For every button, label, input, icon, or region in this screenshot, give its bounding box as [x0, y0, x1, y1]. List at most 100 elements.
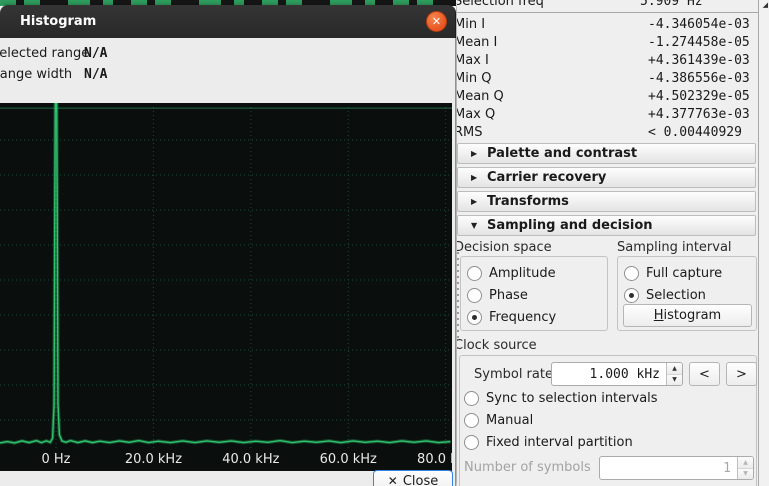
splitter-handle[interactable] — [457, 252, 459, 342]
range-width-value: N/A — [84, 67, 107, 82]
close-x-icon: ✕ — [388, 474, 398, 486]
histogram-window-titlebar[interactable]: Histogram ✕ — [0, 5, 456, 38]
axis-tick-label: 80.0 kHz — [417, 452, 452, 467]
section-transforms[interactable]: ▶ Transforms — [457, 191, 756, 212]
selected-range-row: Selected range N/A — [0, 46, 89, 62]
radio-amplitude[interactable]: Amplitude — [467, 263, 556, 283]
stat-value: < 0.00440929 — [648, 125, 742, 140]
symbol-rate-prev-button[interactable]: < — [689, 362, 720, 386]
table-row: RMS< 0.00440929 — [457, 124, 755, 142]
histogram-curve-svg — [0, 103, 452, 450]
stat-value: -4.386556e-03 — [648, 71, 750, 86]
selected-range-value: N/A — [84, 46, 107, 61]
table-row: Max I +4.361439e-03 — [457, 52, 755, 70]
radio-label: Frequency — [489, 310, 556, 325]
stat-label: Max I — [457, 53, 489, 68]
radio-circle — [467, 310, 482, 325]
sampling-interval-caption: Sampling interval — [617, 240, 732, 255]
stat-label: Mean I — [457, 35, 497, 50]
radio-circle — [464, 413, 479, 428]
section-label: Palette and contrast — [487, 146, 637, 161]
triangle-right-icon: ▶ — [471, 173, 481, 182]
radio-circle — [467, 266, 482, 281]
stat-value: +4.377763e-03 — [648, 107, 750, 122]
close-icon: ✕ — [432, 15, 441, 28]
axis-tick-label: 0 Hz — [41, 452, 70, 467]
axis-tick-label: 20.0 kHz — [125, 452, 182, 467]
section-label: Carrier recovery — [487, 170, 606, 185]
radio-fixed-interval-partition[interactable]: Fixed interval partition — [464, 432, 633, 452]
spin-down-icon[interactable]: ▼ — [667, 374, 682, 386]
section-label: Transforms — [487, 194, 569, 209]
stat-label: Min Q — [457, 71, 491, 86]
radio-phase[interactable]: Phase — [467, 285, 528, 305]
histogram-button-label: Histogram — [654, 308, 721, 323]
histogram-plot[interactable]: 0 Hz 20.0 kHz 40.0 kHz 60.0 kHz 80.0 kHz — [0, 103, 452, 471]
symbol-rate-label: Symbol rate — [474, 367, 553, 382]
stat-label: Min I — [457, 17, 485, 32]
radio-frequency[interactable]: Frequency — [467, 307, 556, 327]
table-row: Max Q +4.377763e-03 — [457, 106, 755, 124]
spin-up-icon[interactable]: ▲ — [667, 363, 682, 374]
range-width-label: Range width — [0, 67, 72, 82]
table-row: Mean I -1.274458e-05 — [457, 34, 755, 52]
axis-tick-label: 60.0 kHz — [320, 452, 377, 467]
stat-label: Mean Q — [457, 89, 504, 104]
window-title: Histogram — [20, 14, 96, 29]
selected-range-label: Selected range — [0, 46, 89, 61]
radio-label: Phase — [489, 288, 528, 303]
number-of-symbols-spinbox[interactable]: 1 ▲ ▼ — [599, 456, 754, 480]
stats-table: Min I -4.346054e-03 Mean I -1.274458e-05 M… — [457, 16, 755, 142]
scrollbar-track[interactable]: ◢ — [758, 0, 769, 486]
symbol-rate-value: 1.000 kHz — [552, 367, 666, 382]
close-button-label: Close — [403, 474, 438, 486]
section-palette-and-contrast[interactable]: ▶ Palette and contrast — [457, 143, 756, 164]
number-of-symbols-label: Number of symbols — [464, 460, 591, 475]
panel-separator — [457, 12, 758, 13]
table-row: Mean Q+4.502329e-05 — [457, 88, 755, 106]
clock-source-caption: Clock source — [457, 338, 537, 353]
decision-space-groupbox: Amplitude Phase Frequency — [460, 256, 608, 331]
radio-label: Fixed interval partition — [486, 435, 633, 450]
radio-label: Manual — [486, 413, 533, 428]
stat-value: +4.361439e-03 — [648, 53, 750, 68]
radio-label: Full capture — [646, 266, 722, 281]
number-of-symbols-spin-arrows: ▲ ▼ — [737, 457, 753, 479]
triangle-right-icon: ▶ — [471, 197, 481, 206]
number-of-symbols-value: 1 — [600, 461, 737, 476]
symbol-rate-next-button[interactable]: > — [726, 362, 757, 386]
triangle-right-icon: ▶ — [471, 149, 481, 158]
stat-value: -1.274458e-05 — [648, 35, 750, 50]
symbol-rate-spin-arrows: ▲ ▼ — [666, 363, 682, 385]
resize-grip-icon: ◢ — [763, 1, 768, 9]
section-sampling-and-decision[interactable]: ▼ Sampling and decision — [457, 215, 756, 236]
histogram-window-body: Selected range N/A Range width N/A 0 Hz 2… — [0, 38, 456, 486]
symbol-rate-spinbox[interactable]: 1.000 kHz ▲ ▼ — [551, 362, 683, 386]
clock-source-groupbox: Symbol rate 1.000 kHz ▲ ▼ < > Sync to se… — [459, 355, 757, 486]
settings-panel: Selection freq 5.909 Hz Min I -4.346054e-… — [457, 0, 758, 486]
radio-manual[interactable]: Manual — [464, 410, 533, 430]
table-row: Min I -4.346054e-03 — [457, 16, 755, 34]
triangle-down-icon: ▼ — [471, 221, 481, 230]
radio-label: Sync to selection intervals — [486, 391, 658, 406]
axis-tick-label: 40.0 kHz — [222, 452, 279, 467]
radio-circle — [624, 288, 639, 303]
radio-circle — [464, 391, 479, 406]
stat-label: Max Q — [457, 107, 495, 122]
sampling-interval-groupbox: Full capture Selection Histogram — [617, 256, 757, 331]
radio-selection[interactable]: Selection — [624, 285, 706, 305]
table-row: Min Q -4.386556e-03 — [457, 70, 755, 88]
radio-sync-to-selection-intervals[interactable]: Sync to selection intervals — [464, 388, 658, 408]
histogram-button[interactable]: Histogram — [623, 304, 752, 327]
section-carrier-recovery[interactable]: ▶ Carrier recovery — [457, 167, 756, 188]
selection-freq-value: 5.909 Hz — [640, 0, 703, 9]
selection-freq-row: Selection freq 5.909 Hz — [457, 0, 758, 11]
spin-up-icon: ▲ — [738, 457, 753, 468]
window-close-button[interactable]: ✕ — [426, 11, 447, 32]
radio-circle — [464, 435, 479, 450]
close-button[interactable]: ✕ Close — [373, 470, 453, 486]
x-axis-labels: 0 Hz 20.0 kHz 40.0 kHz 60.0 kHz 80.0 kHz — [0, 450, 452, 471]
radio-full-capture[interactable]: Full capture — [624, 263, 722, 283]
decision-space-caption: Decision space — [457, 240, 552, 255]
stat-value: -4.346054e-03 — [648, 17, 750, 32]
